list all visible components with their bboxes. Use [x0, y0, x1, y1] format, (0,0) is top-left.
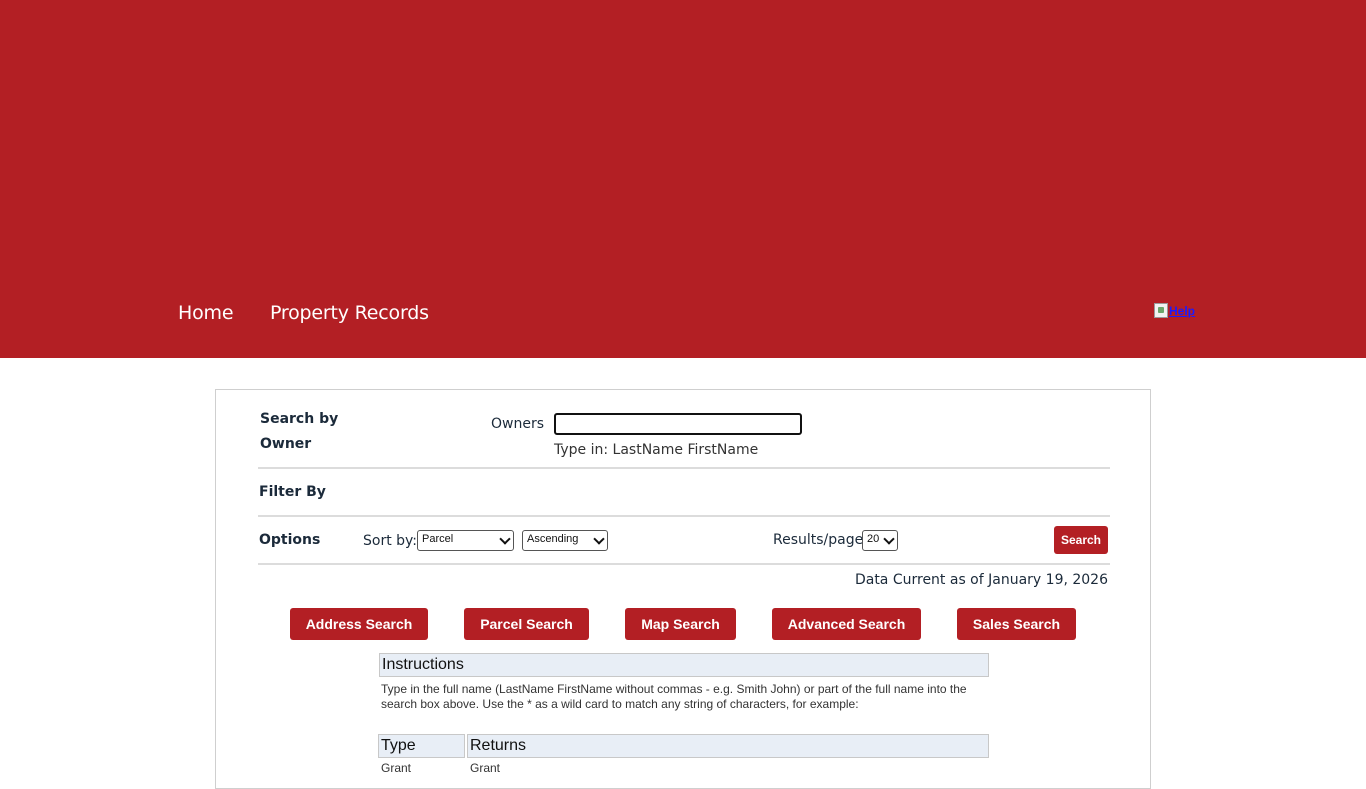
data-current-text: Data Current as of January 19, 2026	[854, 572, 1108, 588]
results-per-page-select[interactable]: 20	[862, 530, 898, 551]
results-per-page-label: Results/page:	[773, 532, 868, 548]
sales-search-button[interactable]: Sales Search	[957, 608, 1076, 640]
filter-by-label: Filter By	[259, 484, 326, 500]
table-cell: Grant	[381, 761, 412, 775]
broken-image-icon	[1154, 303, 1168, 318]
owners-hint: Type in: LastName FirstName	[554, 442, 759, 458]
advanced-search-button[interactable]: Advanced Search	[772, 608, 921, 640]
site-header: Home Property Records Help	[0, 0, 1366, 358]
divider	[258, 515, 1110, 517]
divider	[258, 563, 1110, 565]
instructions-text: Type in the full name (LastName FirstNam…	[381, 682, 967, 711]
instructions-heading: Instructions	[379, 653, 989, 677]
sort-by-label: Sort by:	[363, 533, 418, 549]
table-header-returns: Returns	[467, 734, 989, 758]
chevron-down-icon	[593, 533, 605, 545]
search-by-owner-heading: Search by Owner	[260, 411, 339, 452]
owners-label: Owners	[491, 416, 545, 432]
address-search-button[interactable]: Address Search	[290, 608, 428, 640]
sort-order-select[interactable]: Ascending	[522, 530, 608, 551]
parcel-search-button[interactable]: Parcel Search	[464, 608, 589, 640]
chevron-down-icon	[499, 533, 511, 545]
chevron-down-icon	[883, 533, 895, 545]
divider	[258, 467, 1110, 469]
owners-input[interactable]	[554, 413, 802, 435]
nav-home-link[interactable]: Home	[178, 302, 234, 324]
sort-field-select[interactable]: Parcel	[417, 530, 514, 551]
table-cell: Grant	[470, 761, 501, 775]
options-label: Options	[259, 532, 321, 548]
map-search-button[interactable]: Map Search	[625, 608, 736, 640]
table-header-type: Type	[378, 734, 465, 758]
help-label: Help	[1169, 303, 1196, 318]
search-panel: Search by Owner Owners Type in: LastName…	[215, 389, 1151, 789]
nav-property-records-link[interactable]: Property Records	[270, 302, 429, 324]
help-link[interactable]: Help	[1154, 303, 1195, 318]
search-button[interactable]: Search	[1054, 526, 1108, 554]
